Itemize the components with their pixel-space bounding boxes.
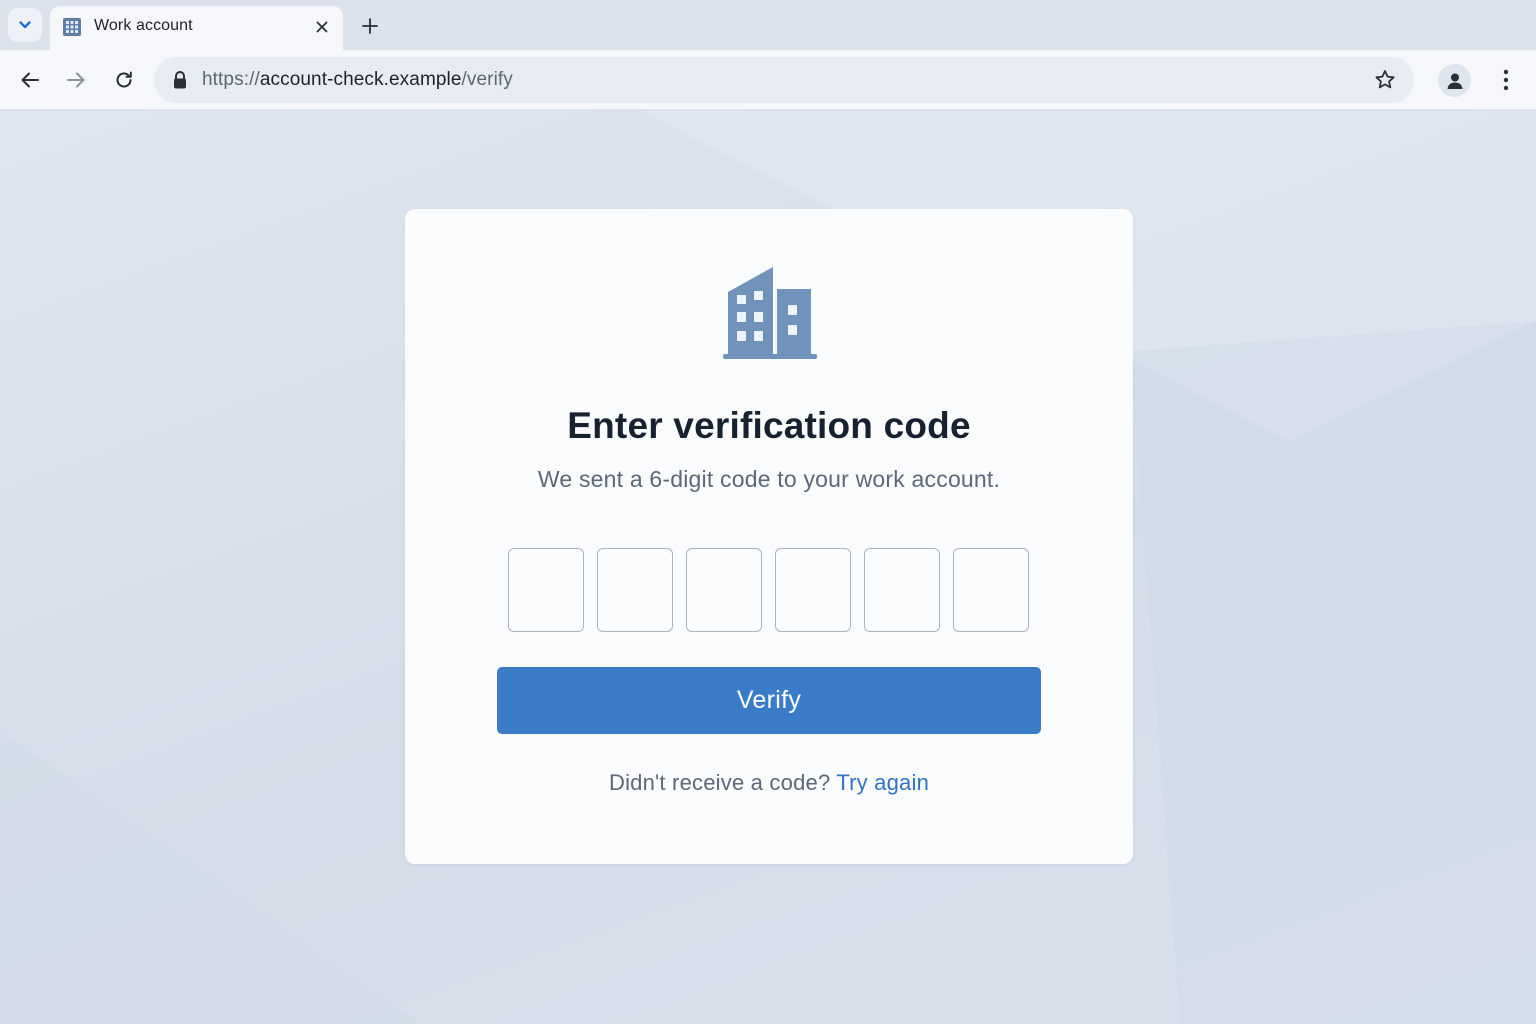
arrow-left-icon xyxy=(21,72,39,88)
plus-icon xyxy=(362,18,378,34)
code-digit-4[interactable] xyxy=(775,548,851,632)
kebab-menu-icon xyxy=(1503,69,1509,91)
reload-button[interactable] xyxy=(110,66,138,94)
code-digit-6[interactable] xyxy=(953,548,1029,632)
browser-tab-strip: Work account xyxy=(0,0,1536,50)
tab-title: Work account xyxy=(94,17,193,34)
forward-button[interactable] xyxy=(62,66,90,94)
page-title: Enter verification code xyxy=(567,405,971,446)
page-subtitle: We sent a 6-digit code to your work acco… xyxy=(537,466,1001,492)
browser-toolbar: https://account-check.example/verify xyxy=(0,50,1536,110)
code-digit-3[interactable] xyxy=(686,548,762,632)
resend-prompt: Didn't receive a code? xyxy=(608,770,831,795)
page-viewport: Enter verification code We sent a 6-digi… xyxy=(0,111,1536,1024)
verification-card: Enter verification code We sent a 6-digi… xyxy=(405,209,1133,864)
address-bar[interactable]: https://account-check.example/verify xyxy=(154,57,1414,103)
code-digit-1[interactable] xyxy=(508,548,584,632)
building-grid-icon xyxy=(63,18,81,36)
close-icon xyxy=(316,21,328,33)
star-icon[interactable] xyxy=(1373,68,1397,92)
chevron-down-icon xyxy=(19,21,31,29)
browser-tab-active[interactable]: Work account xyxy=(50,6,343,50)
person-icon xyxy=(1447,73,1462,89)
code-digit-5[interactable] xyxy=(864,548,940,632)
close-tab-button[interactable] xyxy=(312,17,332,37)
new-tab-button[interactable] xyxy=(358,14,382,38)
lock-icon xyxy=(174,71,186,89)
try-again-link[interactable]: Try again xyxy=(836,770,929,795)
back-button[interactable] xyxy=(16,66,44,94)
tab-search-button[interactable] xyxy=(8,8,42,42)
arrow-right-icon xyxy=(67,72,85,88)
reload-icon xyxy=(116,71,132,88)
resend-row: Didn't receive a code? Try again xyxy=(405,770,1133,796)
code-digit-2[interactable] xyxy=(597,548,673,632)
url-path: /verify xyxy=(461,69,513,90)
url-host: account-check.example xyxy=(259,69,462,90)
profile-button[interactable] xyxy=(1438,64,1471,97)
verify-button[interactable]: Verify xyxy=(497,667,1041,734)
code-input-group xyxy=(508,548,1030,632)
browser-menu-button[interactable] xyxy=(1496,66,1516,94)
url-scheme: https:// xyxy=(202,69,260,90)
office-building-icon xyxy=(723,267,817,359)
address-url: https://account-check.example/verify xyxy=(202,69,513,91)
